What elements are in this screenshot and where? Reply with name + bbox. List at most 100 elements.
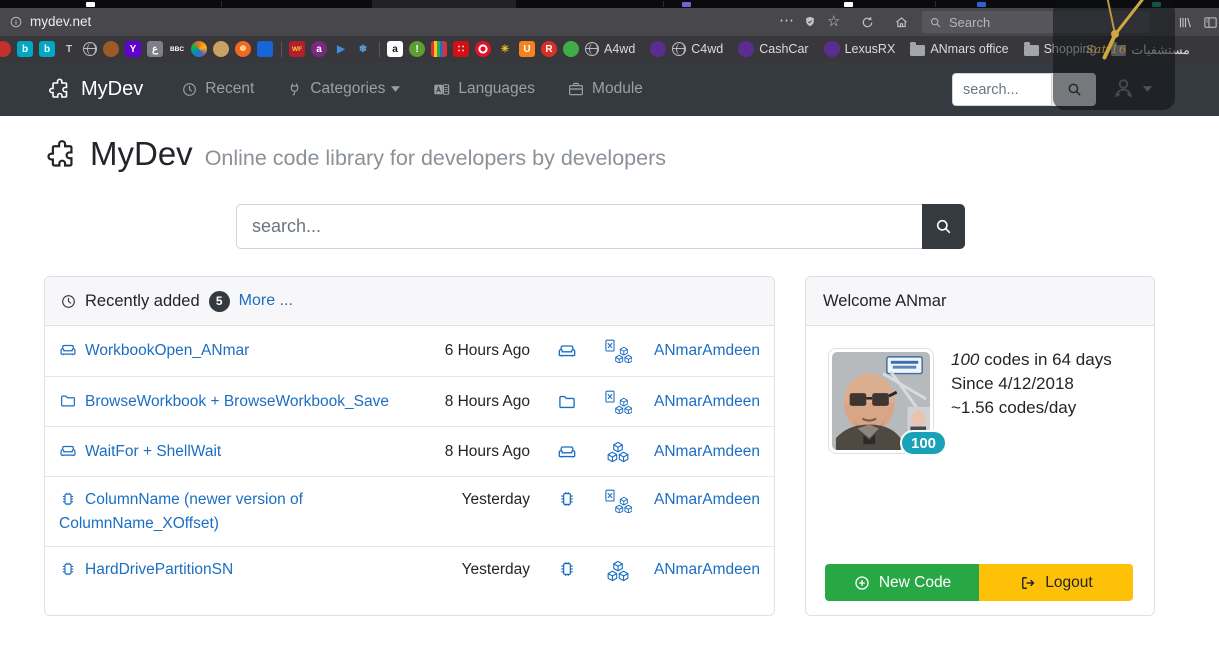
bookmark-item[interactable]: WF bbox=[289, 41, 305, 57]
bookmark-a4wd[interactable]: A4wd bbox=[585, 42, 644, 56]
bookmark-item[interactable] bbox=[431, 41, 447, 57]
bookmark-item[interactable] bbox=[83, 42, 97, 56]
refresh-icon[interactable] bbox=[860, 15, 875, 30]
nav-item-categories[interactable]: Categories bbox=[286, 80, 400, 98]
author-link[interactable]: ANmarAmdeen bbox=[644, 558, 762, 582]
brand[interactable]: MyDev bbox=[48, 77, 143, 101]
type-icon-cell bbox=[542, 442, 592, 462]
bookmark-anmars-office[interactable]: ANmars office bbox=[910, 42, 1017, 56]
bookmark-item[interactable]: Y bbox=[125, 41, 141, 57]
author-link[interactable]: ANmarAmdeen bbox=[644, 390, 762, 414]
cubes-excel-icon bbox=[605, 489, 632, 513]
circle-icon bbox=[824, 41, 840, 57]
bookmark-star-icon[interactable]: ☆ bbox=[827, 12, 840, 30]
code-link[interactable]: BrowseWorkbook + BrowseWorkbook_Save bbox=[85, 393, 389, 410]
author-link[interactable]: ANmarAmdeen bbox=[644, 339, 762, 363]
folder-icon bbox=[910, 45, 925, 56]
bookmark-item[interactable] bbox=[563, 41, 579, 57]
clock-icon bbox=[181, 81, 198, 98]
bookmark-item[interactable]: ع bbox=[147, 41, 163, 57]
bookmark-item[interactable]: ✳ bbox=[497, 41, 513, 57]
snowflake-icon: ❄ bbox=[355, 41, 371, 57]
welcome-title: Welcome ANmar bbox=[823, 292, 946, 311]
bookmarks-bar[interactable]: bbTYعBBCWFa▶❄a!∷✳URA4wdC4wdCashCarLexusR… bbox=[0, 36, 1219, 62]
new-code-button[interactable]: New Code bbox=[825, 564, 979, 601]
bookmark-item[interactable]: b bbox=[39, 41, 55, 57]
bookmark-cashcar[interactable]: CashCar bbox=[738, 41, 817, 57]
folder-icon bbox=[1024, 45, 1039, 56]
type-icon-cell bbox=[542, 341, 592, 361]
amazon-icon: a bbox=[387, 41, 403, 57]
play-icon: ▶ bbox=[333, 41, 349, 57]
library-icon[interactable] bbox=[1178, 15, 1193, 30]
clock-center-dot bbox=[1111, 30, 1119, 38]
code-link[interactable]: HardDrivePartitionSN bbox=[85, 561, 233, 578]
main-search-button[interactable] bbox=[922, 204, 965, 249]
chip-icon bbox=[557, 559, 577, 579]
nav-item-languages[interactable]: Languages bbox=[432, 80, 535, 99]
bookmark-item[interactable] bbox=[235, 41, 251, 57]
more-link[interactable]: More ... bbox=[239, 292, 293, 310]
bookmark-item[interactable]: ∷ bbox=[453, 41, 469, 57]
bookmark-item[interactable]: b bbox=[17, 41, 33, 57]
code-link[interactable]: WorkbookOpen_ANmar bbox=[85, 342, 249, 359]
purple-a-icon: a bbox=[311, 41, 327, 57]
browser-tab-strip[interactable] bbox=[0, 0, 1219, 8]
weather-channel-icon bbox=[257, 41, 273, 57]
author-link[interactable]: ANmarAmdeen bbox=[644, 488, 762, 512]
code-link[interactable]: ColumnName (newer version of ColumnName_… bbox=[59, 491, 303, 532]
active-tab[interactable] bbox=[372, 0, 516, 8]
logout-button[interactable]: Logout bbox=[979, 564, 1133, 601]
nav-item-module[interactable]: Module bbox=[567, 80, 643, 98]
browser-url-bar[interactable]: mydev.net ⋯ ☆ Search bbox=[0, 8, 1219, 36]
chip-icon bbox=[557, 489, 577, 509]
bookmark-item[interactable] bbox=[257, 41, 273, 57]
bookmark-item[interactable] bbox=[0, 41, 11, 57]
bookmark-item[interactable] bbox=[191, 41, 207, 57]
tab-separator bbox=[935, 1, 936, 7]
bookmark-lexusrx[interactable]: LexusRX bbox=[824, 41, 905, 57]
bookmark-item[interactable]: U bbox=[519, 41, 535, 57]
bookmark-c4wd[interactable]: C4wd bbox=[672, 42, 732, 56]
bookmark-item[interactable]: ▶ bbox=[333, 41, 349, 57]
folder-icon bbox=[557, 392, 577, 412]
page-subtitle: Online code library for developers by de… bbox=[205, 146, 666, 171]
page-actions-icon[interactable]: ⋯ bbox=[779, 11, 795, 29]
nav-item-recent[interactable]: Recent bbox=[181, 80, 254, 98]
bookmark-separator bbox=[379, 42, 380, 57]
box-icon bbox=[59, 442, 77, 460]
code-name-cell: ColumnName (newer version of ColumnName_… bbox=[59, 488, 442, 536]
bookmark-item[interactable]: R bbox=[541, 41, 557, 57]
plus-circle-icon bbox=[853, 574, 871, 592]
bookmark-item[interactable] bbox=[103, 41, 119, 57]
bookmark-item[interactable] bbox=[213, 41, 229, 57]
screen: mydev.net ⋯ ☆ Search bbTYعBBCWFa▶❄a!∷✳UR… bbox=[0, 0, 1219, 657]
bookmark-item[interactable]: ! bbox=[409, 41, 425, 57]
welcome-panel: Welcome ANmar bbox=[805, 276, 1155, 616]
code-link[interactable]: WaitFor + ShellWait bbox=[85, 443, 221, 460]
bookmark-item[interactable]: ❄ bbox=[355, 41, 371, 57]
bookmark-item[interactable]: a bbox=[311, 41, 327, 57]
pocket-shield-icon[interactable] bbox=[803, 15, 817, 29]
home-icon[interactable] bbox=[894, 15, 909, 30]
info-icon[interactable] bbox=[9, 15, 23, 29]
nav-label: Categories bbox=[310, 80, 385, 98]
bookmark-item[interactable] bbox=[475, 41, 491, 57]
sidebar-icon[interactable] bbox=[1203, 15, 1218, 30]
plug-icon bbox=[286, 81, 303, 98]
sun-icon bbox=[235, 41, 251, 57]
bookmark-item[interactable] bbox=[650, 41, 666, 57]
nbc-peacock-icon bbox=[191, 41, 207, 57]
bookmark-item[interactable]: T bbox=[61, 41, 77, 57]
puzzle-icon bbox=[46, 138, 79, 171]
bookmark-item[interactable]: a bbox=[387, 41, 403, 57]
bookmark-item[interactable]: BBC bbox=[169, 41, 185, 57]
nav-label: Languages bbox=[458, 80, 535, 98]
author-link[interactable]: ANmarAmdeen bbox=[644, 440, 762, 464]
url-text[interactable]: mydev.net bbox=[30, 14, 91, 29]
recently-added-panel: Recently added 5 More ... WorkbookOpen_A… bbox=[44, 276, 775, 616]
navbar-search-input[interactable] bbox=[952, 73, 1052, 106]
main-search-input[interactable] bbox=[236, 204, 922, 249]
table-row: HardDrivePartitionSN Yesterday ANmarAmde… bbox=[45, 546, 774, 614]
new-code-label: New Code bbox=[879, 574, 951, 592]
